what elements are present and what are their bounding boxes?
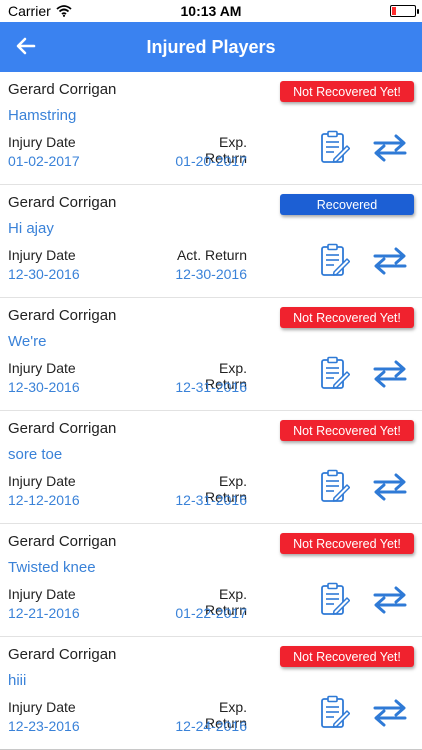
player-card[interactable]: Gerard Corrigan Hamstring Not Recovered Ye… [0,72,422,185]
injury-date-value: 12-30-2016 [8,379,80,395]
injury-date-value: 01-02-2017 [8,153,80,169]
injury-date-label: Injury Date [8,473,76,489]
status-badge: Not Recovered Yet! [280,646,414,667]
player-name: Gerard Corrigan [8,307,117,324]
injury-description: We're [8,333,47,350]
player-card[interactable]: Gerard Corrigan Twisted knee Not Recovered… [0,524,422,637]
battery-icon [390,5,419,17]
page-title: Injured Players [146,36,276,57]
player-name: Gerard Corrigan [8,646,117,663]
injury-description: sore toe [8,446,63,463]
injured-players-list: Gerard Corrigan Hamstring Not Recovered Ye… [0,72,422,750]
status-badge: Not Recovered Yet! [280,307,414,328]
back-arrow-icon[interactable] [14,34,38,58]
return-date-value: 01-20-2017 [175,153,247,169]
player-card[interactable]: Gerard Corrigan hiii Not Recovered Yet! Inj… [0,637,422,750]
player-name: Gerard Corrigan [8,194,117,211]
edit-report-icon[interactable] [320,695,351,729]
edit-report-icon[interactable] [320,243,351,277]
player-card[interactable]: Gerard Corrigan sore toe Not Recovered Yet… [0,411,422,524]
status-badge: Not Recovered Yet! [280,533,414,554]
injury-date-label: Injury Date [8,699,76,715]
swap-arrows-icon[interactable] [372,586,408,614]
injury-date-value: 12-30-2016 [8,266,80,282]
edit-report-icon[interactable] [320,356,351,390]
injury-description: Hamstring [8,107,77,124]
return-date-value: 01-22-2017 [175,605,247,621]
status-badge: Recovered [280,194,414,215]
return-date-value: 12-24-2016 [175,718,247,734]
injury-date-value: 12-12-2016 [8,492,80,508]
swap-arrows-icon[interactable] [372,473,408,501]
return-date-value: 12-31-2016 [175,379,247,395]
injury-date-label: Injury Date [8,586,76,602]
injury-date-label: Injury Date [8,247,76,263]
player-card[interactable]: Gerard Corrigan We're Not Recovered Yet! In… [0,298,422,411]
swap-arrows-icon[interactable] [372,699,408,727]
swap-arrows-icon[interactable] [372,247,408,275]
injury-date-label: Injury Date [8,360,76,376]
injury-date-label: Injury Date [8,134,76,150]
injury-description: Hi ajay [8,220,54,237]
injury-description: hiii [8,672,27,689]
injury-date-value: 12-21-2016 [8,605,80,621]
player-name: Gerard Corrigan [8,420,117,437]
player-name: Gerard Corrigan [8,81,117,98]
edit-report-icon[interactable] [320,130,351,164]
status-badge: Not Recovered Yet! [280,420,414,441]
status-bar: Carrier 10:13 AM [0,0,422,22]
injury-date-value: 12-23-2016 [8,718,80,734]
return-date-value: 12-31-2016 [175,492,247,508]
status-badge: Not Recovered Yet! [280,81,414,102]
status-time: 10:13 AM [180,3,242,19]
edit-report-icon[interactable] [320,469,351,503]
return-date-label: Act. Return [176,247,247,263]
swap-arrows-icon[interactable] [372,134,408,162]
player-name: Gerard Corrigan [8,533,117,550]
player-card[interactable]: Gerard Corrigan Hi ajay Recovered Injury Da… [0,185,422,298]
return-date-value: 12-30-2016 [175,266,247,282]
injury-description: Twisted knee [8,559,96,576]
swap-arrows-icon[interactable] [372,360,408,388]
nav-bar: Injured Players [0,22,422,72]
edit-report-icon[interactable] [320,582,351,616]
